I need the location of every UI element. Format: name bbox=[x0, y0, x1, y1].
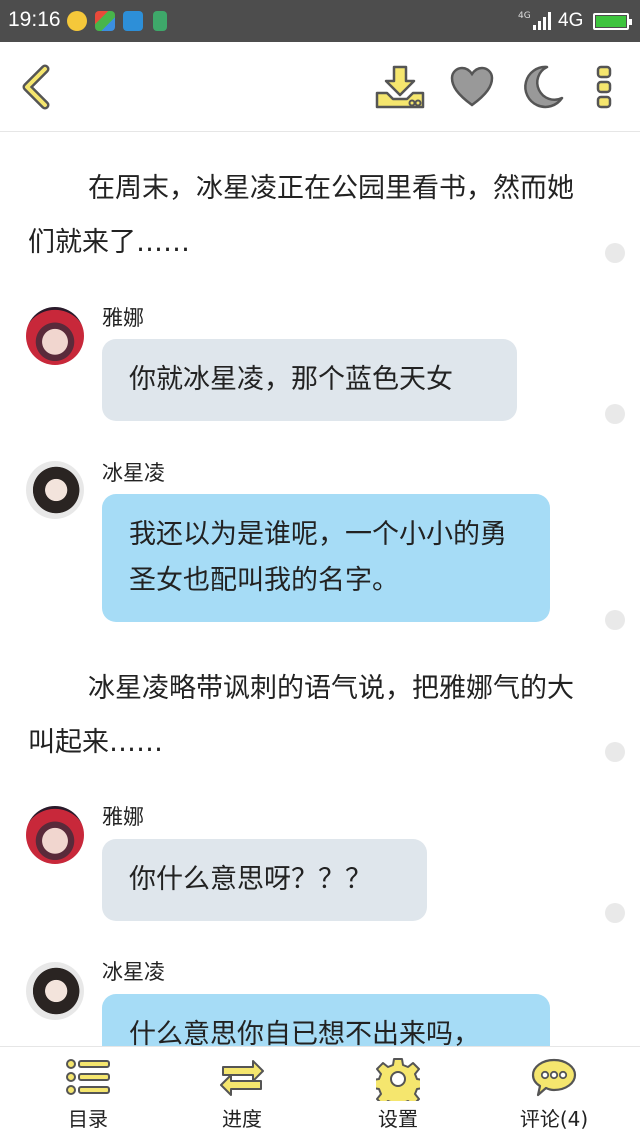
chat-bubble: 你就冰星凌，那个蓝色天女 bbox=[102, 339, 517, 421]
status-time: 19:16 bbox=[8, 8, 61, 31]
avatar[interactable] bbox=[26, 461, 84, 519]
message-comment-dot[interactable] bbox=[605, 610, 625, 630]
back-button[interactable] bbox=[8, 42, 62, 132]
night-mode-button[interactable] bbox=[518, 42, 568, 132]
download-button[interactable] bbox=[372, 42, 428, 132]
narration-paragraph: 冰星凌略带讽刺的语气说，把雅娜气的大叫起来…… bbox=[28, 673, 574, 758]
lock-icon bbox=[153, 11, 167, 31]
battery-icon bbox=[593, 13, 632, 30]
chat-bubble: 你什么意思呀？？？ bbox=[102, 839, 427, 921]
gear-icon bbox=[376, 1058, 420, 1101]
app-notification-icon bbox=[67, 11, 87, 31]
comments-button[interactable]: 评论(4) bbox=[494, 1047, 614, 1138]
progress-button[interactable]: 进度 bbox=[182, 1047, 302, 1138]
avatar[interactable] bbox=[26, 962, 84, 1020]
avatar[interactable] bbox=[26, 307, 84, 365]
speaker-name: 冰星凌 bbox=[102, 960, 165, 984]
paragraph-comment-dot[interactable] bbox=[605, 742, 625, 762]
story-content: 在周末，冰星凌正在公园里看书，然而她们就来了…… 雅娜 你就冰星凌，那个蓝色天女… bbox=[0, 133, 640, 1046]
more-vertical-icon bbox=[596, 65, 612, 109]
reader-bottom-nav: 目录 进度 设置 评论(4) bbox=[0, 1046, 640, 1138]
message-comment-dot[interactable] bbox=[605, 903, 625, 923]
heart-icon bbox=[450, 66, 494, 107]
comments-label: 评论(4) bbox=[519, 1107, 589, 1131]
message-comment-dot[interactable] bbox=[605, 404, 625, 424]
moon-icon bbox=[524, 65, 564, 109]
list-icon bbox=[66, 1059, 110, 1095]
network-type-label: 4G bbox=[558, 10, 584, 31]
narration-paragraph: 在周末，冰星凌正在公园里看书，然而她们就来了…… bbox=[28, 173, 574, 258]
status-bar: 19:16 4G 4G bbox=[0, 0, 640, 42]
speaker-name: 雅娜 bbox=[102, 805, 144, 829]
network-small-label: 4G bbox=[518, 11, 531, 21]
chat-bubble: 我还以为是谁呢，一个小小的勇圣女也配叫我的名字。 bbox=[102, 494, 550, 622]
toc-label: 目录 bbox=[68, 1107, 108, 1131]
download-icon bbox=[375, 65, 425, 109]
toc-button[interactable]: 目录 bbox=[28, 1047, 148, 1138]
speaker-name: 雅娜 bbox=[102, 306, 144, 330]
app-store-icon bbox=[95, 11, 115, 31]
paragraph-comment-dot[interactable] bbox=[605, 243, 625, 263]
chat-bubble: 什么意思你自已想不出来吗， bbox=[102, 994, 550, 1046]
swap-arrows-icon bbox=[220, 1060, 264, 1096]
chevron-left-icon bbox=[22, 64, 50, 110]
more-button[interactable] bbox=[588, 42, 620, 132]
comment-bubble-icon bbox=[531, 1058, 577, 1097]
avatar[interactable] bbox=[26, 806, 84, 864]
like-button[interactable] bbox=[446, 42, 498, 132]
settings-label: 设置 bbox=[378, 1107, 418, 1131]
progress-label: 进度 bbox=[222, 1107, 262, 1131]
settings-button[interactable]: 设置 bbox=[338, 1047, 458, 1138]
speaker-name: 冰星凌 bbox=[102, 461, 165, 485]
reader-toolbar bbox=[0, 42, 640, 132]
signal-icon bbox=[533, 12, 555, 30]
scan-icon bbox=[123, 11, 143, 31]
